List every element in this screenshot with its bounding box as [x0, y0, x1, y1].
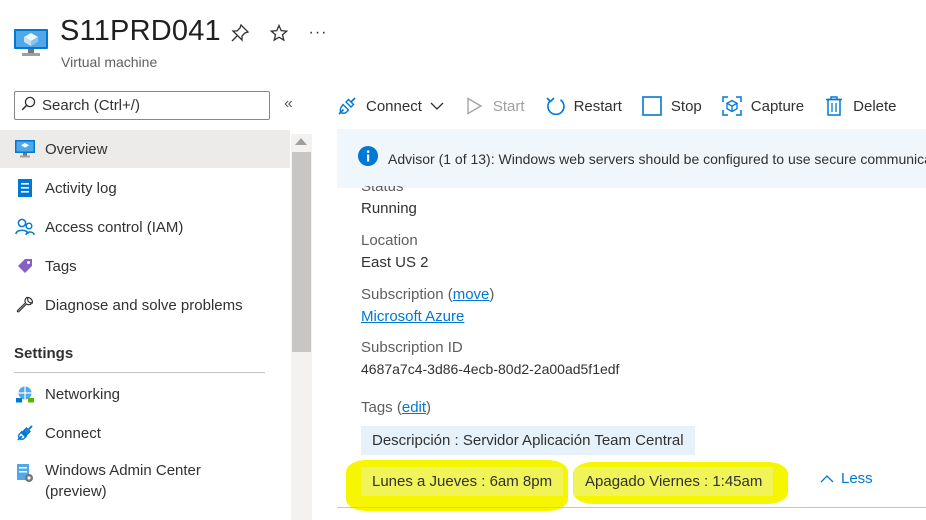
location-label: Location [361, 232, 418, 249]
page-header: S11PRD041 Virtual machine ··· [0, 0, 926, 80]
section-header-settings: Settings [14, 345, 74, 362]
tags-label: Tags (edit) [361, 399, 432, 416]
pin-button[interactable] [227, 22, 253, 48]
advisor-message: Advisor (1 of 13): Windows web servers s… [388, 150, 926, 167]
resource-type-label: Virtual machine [61, 54, 158, 70]
network-icon [14, 383, 36, 405]
sidebar-item-access-control[interactable]: Access control (IAM) [0, 208, 290, 246]
menu-search-box[interactable] [14, 91, 270, 120]
people-icon [14, 216, 36, 238]
collapse-menu-button[interactable]: « [284, 95, 293, 113]
sidebar-item-label: Windows Admin Center (preview) [45, 460, 201, 502]
sidebar-item-label-line1: Windows Admin Center [45, 462, 201, 479]
sidebar-item-label: Networking [45, 385, 121, 403]
stop-icon [641, 95, 663, 117]
restart-button[interactable]: Restart [544, 88, 622, 124]
edit-tags-link[interactable]: edit [402, 399, 426, 416]
sidebar-item-label: Tags [45, 257, 77, 275]
show-less-button[interactable]: Less [820, 470, 873, 487]
subscription-link[interactable]: Microsoft Azure [361, 308, 464, 325]
start-button[interactable]: Start [463, 88, 525, 124]
stop-label: Stop [670, 97, 702, 115]
stop-button[interactable]: Stop [641, 88, 702, 124]
tags-label-text: Tags [361, 399, 393, 416]
sidebar-item-label-line2: (preview) [45, 483, 107, 500]
sidebar-item-label: Access control (IAM) [45, 218, 184, 236]
sidebar-item-label: Overview [45, 140, 108, 158]
sidebar-item-diagnose[interactable]: Diagnose and solve problems [0, 286, 290, 324]
location-value: East US 2 [361, 254, 429, 271]
status-value: Running [361, 200, 417, 217]
activity-log-icon [14, 177, 36, 199]
plug-icon [14, 422, 36, 444]
restart-label: Restart [573, 97, 622, 115]
sidebar-item-tags[interactable]: Tags [0, 247, 290, 285]
virtual-machine-icon [13, 28, 49, 58]
delete-button[interactable]: Delete [823, 88, 897, 124]
sidebar-item-label: Connect [45, 424, 101, 442]
connect-button[interactable]: Connect [336, 88, 444, 124]
sidebar-item-label: Diagnose and solve problems [45, 296, 243, 314]
plug-icon [336, 95, 358, 117]
tag-chip: Descripción : Servidor Aplicación Team C… [361, 426, 695, 455]
divider [337, 507, 926, 508]
more-options-button[interactable]: ··· [305, 20, 331, 46]
search-input[interactable] [42, 97, 262, 114]
menu-scrollbar-thumb[interactable] [292, 152, 311, 352]
sidebar-item-networking[interactable]: Networking [0, 375, 290, 413]
admin-center-icon [14, 462, 36, 484]
info-icon [358, 146, 378, 171]
sidebar-item-windows-admin-center[interactable]: Windows Admin Center (preview) [0, 458, 290, 502]
start-label: Start [492, 97, 525, 115]
subscription-id-value: 4687a7c4-3d86-4ecb-80d2-2a00ad5f1edf [361, 361, 620, 377]
scroll-up-arrow-icon[interactable] [295, 138, 307, 145]
trash-icon [823, 95, 845, 117]
sidebar-item-activity-log[interactable]: Activity log [0, 169, 290, 207]
page-title: S11PRD041 [60, 15, 221, 47]
command-bar: Connect Start Restart Stop Capture Delet… [336, 88, 916, 124]
divider [14, 372, 265, 373]
star-icon [269, 23, 289, 47]
subscription-id-label: Subscription ID [361, 339, 463, 356]
favorite-button[interactable] [266, 22, 292, 48]
tag-icon [14, 255, 36, 277]
advisor-banner[interactable]: Advisor (1 of 13): Windows web servers s… [337, 129, 926, 188]
chevron-up-icon [820, 474, 834, 483]
search-icon [21, 96, 36, 116]
capture-icon [721, 95, 743, 117]
play-icon [463, 95, 485, 117]
wrench-icon [14, 294, 36, 316]
connect-label: Connect [366, 97, 422, 115]
pin-icon [231, 23, 250, 47]
sidebar-item-connect[interactable]: Connect [0, 414, 290, 452]
subscription-label: Subscription (move) [361, 286, 495, 303]
monitor-icon [14, 138, 36, 160]
capture-label: Capture [750, 97, 805, 115]
chevron-down-icon [430, 98, 444, 115]
tag-chip: Apagado Viernes : 1:45am [574, 467, 774, 496]
subscription-label-text: Subscription [361, 286, 444, 303]
resource-menu: « Overview Activity log Access control (… [0, 80, 314, 520]
move-subscription-link[interactable]: move [453, 286, 490, 303]
tag-chip: Lunes a Jueves : 6am 8pm [361, 467, 564, 496]
less-label: Less [841, 470, 873, 487]
capture-button[interactable]: Capture [721, 88, 804, 124]
subscription-value: Microsoft Azure [361, 308, 464, 325]
restart-icon [544, 95, 566, 117]
sidebar-item-overview[interactable]: Overview [0, 130, 290, 168]
sidebar-item-label: Activity log [45, 179, 117, 197]
delete-label: Delete [853, 97, 897, 115]
